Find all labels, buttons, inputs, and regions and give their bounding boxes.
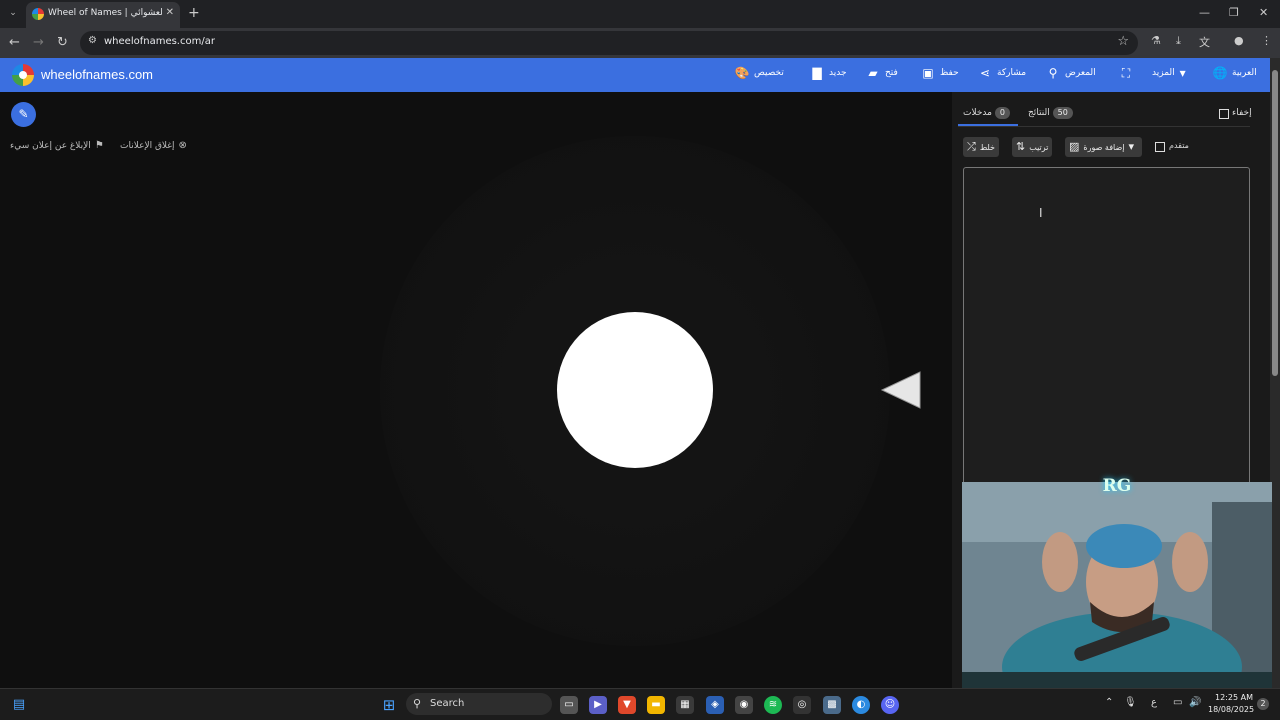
report-ad-link[interactable]: الإبلاغ عن إعلان سيء ⚑ (10, 140, 104, 151)
discord-icon[interactable]: ☺ (881, 696, 899, 714)
minimize-icon[interactable]: — (1199, 6, 1210, 19)
save-button[interactable]: ▣ حفظ (920, 66, 958, 84)
teams-icon[interactable]: ▶ (589, 696, 607, 714)
volume-icon[interactable]: 🔊 (1189, 697, 1201, 708)
caret-down-icon: ▾ (1179, 66, 1186, 80)
share-icon: ⋖ (979, 66, 991, 80)
scroll-thumb[interactable] (1272, 70, 1278, 376)
fullscreen-button[interactable]: ⛶ (1118, 66, 1138, 84)
new-tab-plus-icon[interactable]: + (188, 5, 200, 21)
taskbar-search-label: Search (430, 698, 465, 709)
caret-down-icon: ▾ (1128, 140, 1135, 153)
advanced-label: متقدم (1169, 141, 1189, 150)
input-language[interactable]: ع (1151, 697, 1157, 708)
flag-icon: ⚑ (94, 140, 104, 151)
app-header: wheelofnames.com 🎨 تخصيص ▇ جديد ▰ فتح ▣ حفظ … (0, 58, 1270, 92)
palette-icon: 🎨 (734, 66, 750, 80)
add-image-button[interactable]: ▨ إضافة صورة ▾ (1065, 137, 1143, 157)
streamer-image (962, 482, 1272, 692)
text-cursor-icon: I (1039, 206, 1043, 220)
site-logo-icon[interactable] (12, 64, 34, 86)
back-arrow-icon[interactable]: ← (9, 35, 20, 50)
fullscreen-icon: ⛶ (1121, 66, 1131, 80)
windows-start-icon[interactable]: ⊞ (380, 696, 398, 714)
sort-button[interactable]: ⇅ ترتيب (1012, 137, 1053, 157)
tray-chevron-icon[interactable]: ⌃ (1105, 697, 1113, 708)
file-explorer-icon[interactable]: ▬ (647, 696, 665, 714)
channel-logo: RG (1102, 476, 1132, 496)
chrome-icon[interactable]: ◉ (735, 696, 753, 714)
app-icon[interactable]: ◈ (706, 696, 724, 714)
extension-icon[interactable]: ⚗ (1151, 34, 1161, 47)
sort-icon: ⇅ (1016, 140, 1026, 153)
webcam-overlay (962, 482, 1272, 692)
brave-icon[interactable]: ▼ (618, 696, 636, 714)
advanced-checkbox[interactable] (1155, 142, 1165, 152)
network-icon[interactable]: ▭ (1173, 697, 1182, 708)
close-window-icon[interactable]: ✕ (1259, 6, 1268, 19)
download-icon[interactable]: ⤓ (1176, 34, 1181, 48)
search-icon: ⚲ (413, 697, 422, 710)
task-view-icon[interactable]: ▭ (560, 696, 578, 714)
browser-menu-icon[interactable]: ⋮ (1261, 34, 1272, 47)
store-icon[interactable]: ▦ (676, 696, 694, 714)
notification-badge[interactable]: 2 (1257, 698, 1269, 710)
wheel-center-hub[interactable] (557, 312, 713, 468)
image-icon: ▨ (1069, 140, 1080, 153)
tab-title: Wheel of Names | عجلة الاسم العشوائي (48, 8, 162, 18)
clock-date[interactable]: 18/08/2025 (1208, 705, 1254, 714)
save-disk-icon: ▣ (922, 66, 934, 80)
open-button[interactable]: ▰ فتح (865, 66, 897, 84)
clock-time[interactable]: 12:25 AM (1214, 693, 1254, 702)
results-count-badge: 50 (1052, 107, 1073, 119)
file-icon: ▇ (812, 66, 822, 80)
microphone-icon[interactable]: 🎙 (1124, 697, 1137, 708)
restore-icon[interactable]: ❐ (1229, 6, 1239, 19)
site-name[interactable]: wheelofnames.com (41, 67, 153, 82)
url-text[interactable]: wheelofnames.com/ar (104, 36, 215, 47)
close-tab-icon[interactable]: ✕ (166, 7, 174, 18)
browser-toolbar: ← → ↻ ⚙ wheelofnames.com/ar ☆ ⚗ ⤓ 文 ● ⋮ (0, 28, 1280, 58)
site-info-icon[interactable]: ⚙ (88, 35, 97, 46)
hide-label: إخفاء (1232, 108, 1252, 118)
shuffle-icon: ⤮ (967, 140, 976, 153)
folder-icon: ▰ (868, 66, 878, 80)
hide-checkbox[interactable] (1219, 109, 1229, 119)
search-icon: ⚲ (1048, 66, 1058, 80)
bookmark-star-icon[interactable]: ☆ (1117, 34, 1129, 49)
language-button[interactable]: 🌐 العربية (1212, 66, 1257, 84)
wheel-pointer-icon (880, 371, 921, 409)
wheel-favicon-icon (32, 8, 44, 20)
tab-entries[interactable]: مدخلات 0 (963, 107, 1010, 119)
profile-avatar-icon[interactable]: ● (1234, 34, 1244, 47)
close-circle-icon: ⊗ (178, 140, 187, 151)
shuffle-button[interactable]: ⤮ خلط (963, 137, 999, 157)
gallery-button[interactable]: ⚲ المعرض (1045, 66, 1096, 84)
customize-button[interactable]: 🎨 تخصيص (734, 66, 784, 84)
new-button[interactable]: ▇ جديد (809, 66, 846, 84)
reload-icon[interactable]: ↻ (57, 35, 68, 50)
tab-list-chevron-icon[interactable]: ⌄ (5, 5, 21, 21)
forward-arrow-icon[interactable]: → (33, 35, 44, 50)
app-circle-icon[interactable]: ◐ (852, 696, 870, 714)
address-bar[interactable]: ⚙ wheelofnames.com/ar ☆ (80, 31, 1138, 55)
more-menu-button[interactable]: المزيد ▾ (1152, 66, 1195, 84)
spotify-icon[interactable]: ≋ (764, 696, 782, 714)
taskbar (0, 688, 1280, 720)
close-ads-link[interactable]: إغلاق الإعلانات ⊗ (120, 140, 187, 151)
taskbar-search[interactable] (406, 693, 552, 715)
browser-tab[interactable]: Wheel of Names | عجلة الاسم العشوائي ✕ (26, 2, 180, 28)
obs-icon[interactable]: ◎ (793, 696, 811, 714)
tab-divider (958, 126, 1250, 127)
share-button[interactable]: ⋖ مشاركة (977, 66, 1026, 84)
translate-icon[interactable]: 文 (1199, 34, 1210, 50)
tab-results[interactable]: النتائج 50 (1028, 107, 1073, 119)
entries-count-badge: 0 (994, 107, 1010, 119)
start-panel-icon[interactable]: ▤ (10, 696, 28, 714)
edit-pencil-icon[interactable]: ✎ (11, 102, 36, 127)
globe-icon: 🌐 (1212, 66, 1228, 80)
game-app-icon[interactable]: ▩ (823, 696, 841, 714)
